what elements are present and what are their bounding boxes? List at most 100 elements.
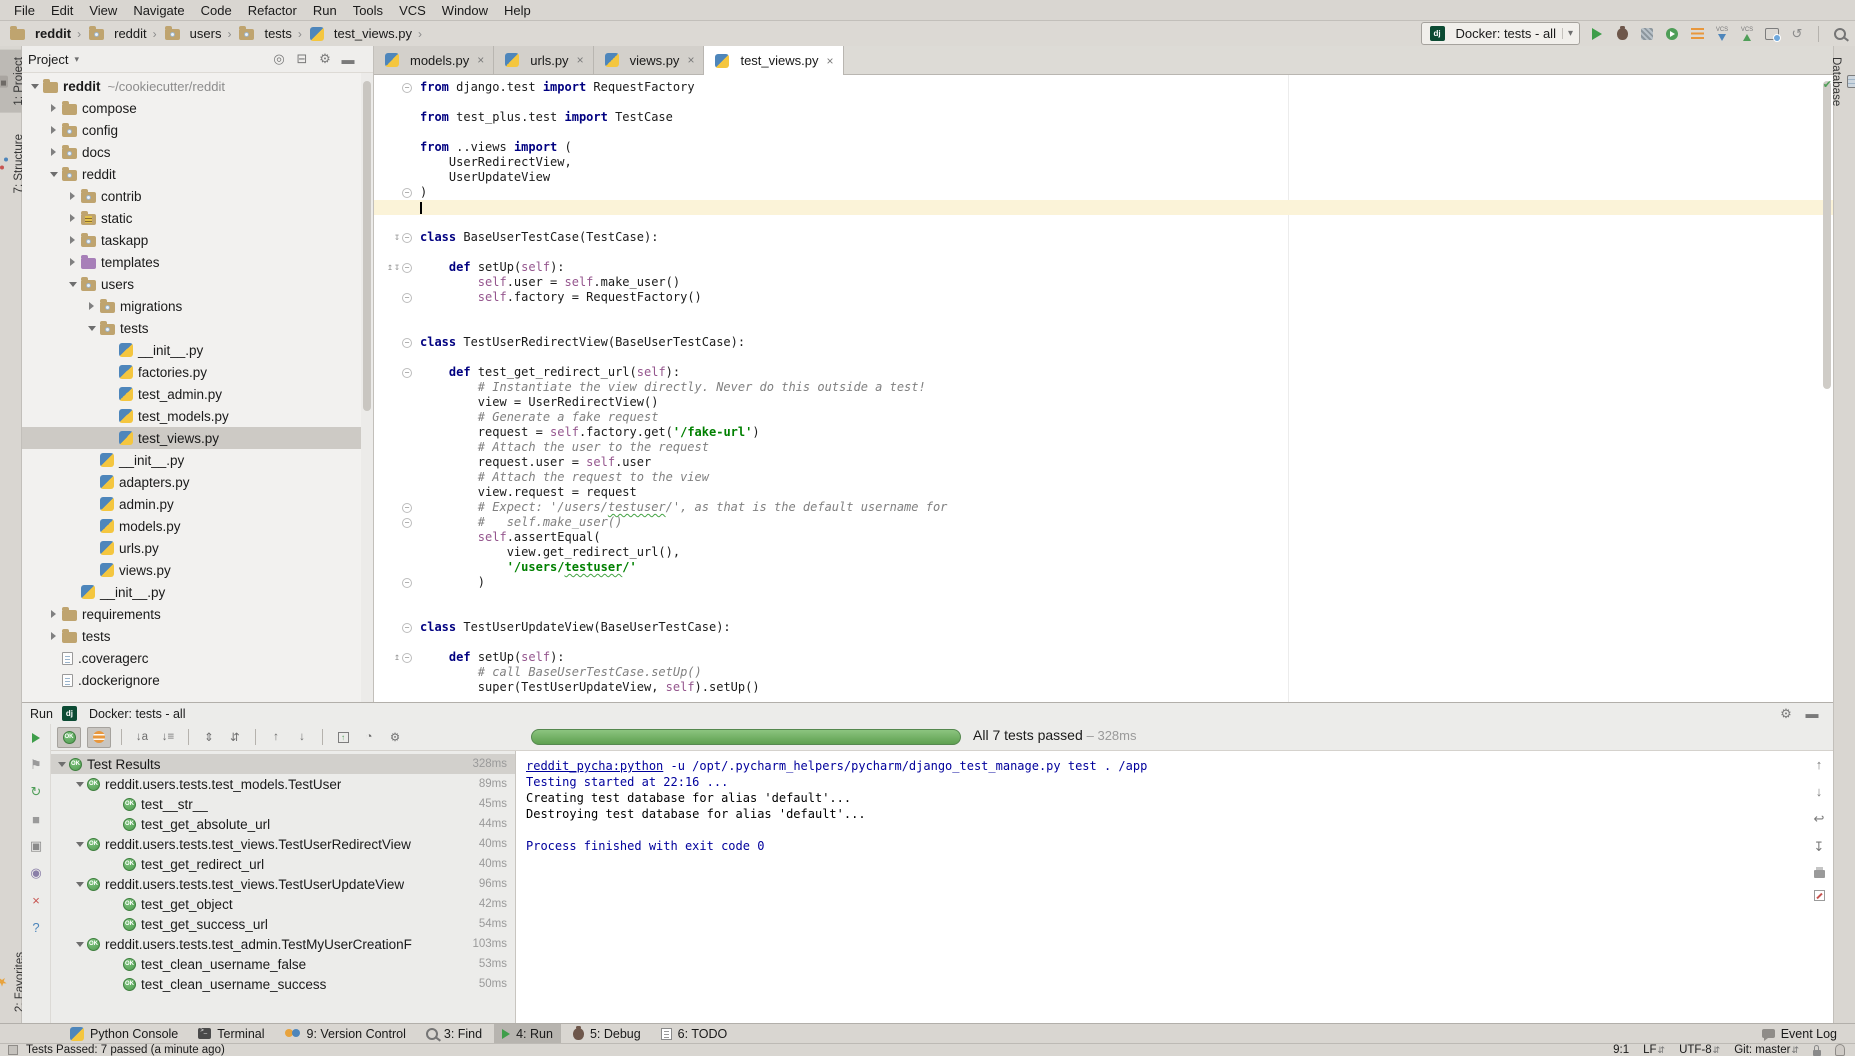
fold-marker-icon[interactable]: −: [402, 188, 412, 198]
local-history-button[interactable]: [1765, 28, 1779, 40]
project-tree-item[interactable]: contrib: [22, 185, 373, 207]
menu-file[interactable]: File: [6, 1, 43, 20]
menu-tools[interactable]: Tools: [345, 1, 391, 20]
close-tab-icon[interactable]: ×: [477, 53, 484, 67]
readonly-lock-icon[interactable]: [1813, 1050, 1821, 1056]
expanded-arrow-icon[interactable]: [55, 762, 68, 767]
next-failed-button[interactable]: ↓: [292, 728, 312, 747]
menu-window[interactable]: Window: [434, 1, 496, 20]
menu-navigate[interactable]: Navigate: [125, 1, 192, 20]
settings-button[interactable]: ⚙: [318, 51, 332, 67]
editor-tab-urls-py[interactable]: urls.py×: [494, 46, 593, 74]
tool-window-button-6-todo[interactable]: 6: TODO: [653, 1024, 736, 1044]
history-button[interactable]: ◔: [359, 728, 379, 747]
project-tree-item[interactable]: templates: [22, 251, 373, 273]
fold-marker-icon[interactable]: −: [402, 293, 412, 303]
export-button[interactable]: [333, 728, 353, 747]
project-tree-item[interactable]: compose: [22, 97, 373, 119]
project-tree-item[interactable]: docs: [22, 141, 373, 163]
project-tree-item[interactable]: requirements: [22, 603, 373, 625]
close-button[interactable]: ×: [27, 892, 45, 908]
project-tree-item[interactable]: taskapp: [22, 229, 373, 251]
project-tree-item[interactable]: admin.py: [22, 493, 373, 515]
inspections-ok-icon[interactable]: ✔: [1823, 78, 1832, 91]
test-result-row[interactable]: test_get_absolute_url44ms: [51, 814, 515, 834]
test-result-row[interactable]: reddit.users.tests.test_models.TestUser8…: [51, 774, 515, 794]
filter-ignored-toggle[interactable]: [87, 727, 111, 748]
test-result-row[interactable]: test_clean_username_success50ms: [51, 974, 515, 994]
vcs-commit-button[interactable]: [1740, 27, 1754, 41]
project-scrollbar[interactable]: [361, 73, 373, 702]
collapsed-arrow-icon[interactable]: [47, 126, 60, 134]
run-button[interactable]: [1590, 28, 1604, 40]
expanded-arrow-icon[interactable]: [28, 84, 41, 89]
scrollbar-thumb[interactable]: [1823, 81, 1831, 389]
collapse-all-button[interactable]: ⊟: [295, 51, 309, 67]
sort-by-duration-button[interactable]: ↓≡: [158, 728, 178, 747]
project-tree-item[interactable]: tests: [22, 625, 373, 647]
editor-tab-test_views-py[interactable]: test_views.py×: [704, 46, 843, 75]
expanded-arrow-icon[interactable]: [66, 282, 79, 287]
stop-button[interactable]: ■: [27, 811, 45, 827]
sort-alphabetically-button[interactable]: ↓a: [132, 728, 152, 747]
git-branch-widget[interactable]: Git: master⇵: [1734, 1044, 1799, 1056]
close-tab-icon[interactable]: ×: [687, 53, 694, 67]
rollback-button[interactable]: ↺: [1790, 26, 1804, 42]
run-configuration-select[interactable]: Docker: tests - all ▾: [1421, 22, 1580, 45]
breadcrumb-item[interactable]: test_views.py: [308, 26, 412, 41]
menu-help[interactable]: Help: [496, 1, 539, 20]
override-marker-icon[interactable]: ↥↧: [387, 260, 401, 275]
project-tree-item[interactable]: views.py: [22, 559, 373, 581]
profiler-button[interactable]: [1665, 28, 1679, 40]
project-tree-item[interactable]: __init__.py: [22, 581, 373, 603]
menu-view[interactable]: View: [81, 1, 125, 20]
console-link[interactable]: reddit_pycha:python: [526, 759, 663, 773]
project-tree-item[interactable]: reddit: [22, 163, 373, 185]
project-tree-item[interactable]: tests: [22, 317, 373, 339]
breadcrumb-item[interactable]: reddit: [87, 26, 147, 41]
tool-window-button-python-console[interactable]: Python Console: [62, 1024, 186, 1044]
test-result-row[interactable]: test_get_success_url54ms: [51, 914, 515, 934]
collapse-all-button[interactable]: ⇵: [225, 728, 245, 747]
vcs-update-button[interactable]: [1715, 27, 1729, 41]
previous-failed-button[interactable]: ↑: [266, 728, 286, 747]
collapsed-arrow-icon[interactable]: [66, 214, 79, 222]
editor-scrollbar[interactable]: [1821, 75, 1833, 702]
menu-run[interactable]: Run: [305, 1, 345, 20]
project-tree-item[interactable]: test_admin.py: [22, 383, 373, 405]
rerun-button[interactable]: [27, 730, 45, 746]
fold-marker-icon[interactable]: −: [402, 338, 412, 348]
menu-vcs[interactable]: VCS: [391, 1, 434, 20]
test-result-row[interactable]: test_clean_username_false53ms: [51, 954, 515, 974]
collapsed-arrow-icon[interactable]: [66, 236, 79, 244]
soft-wrap-button[interactable]: ↩: [1812, 811, 1826, 827]
clear-button[interactable]: [1812, 890, 1826, 901]
collapsed-arrow-icon[interactable]: [47, 610, 60, 618]
test-result-row[interactable]: reddit.users.tests.test_admin.TestMyUser…: [51, 934, 515, 954]
test-result-row[interactable]: reddit.users.tests.test_views.TestUserUp…: [51, 874, 515, 894]
tool-window-button-3-find[interactable]: 3: Find: [418, 1024, 490, 1044]
debug-button[interactable]: [1615, 28, 1629, 40]
tool-window-button-4-run[interactable]: 4: Run: [494, 1024, 561, 1044]
code-editor[interactable]: −from django.test import RequestFactoryf…: [374, 75, 1833, 702]
pin-button[interactable]: ◉: [27, 865, 45, 881]
close-tab-icon[interactable]: ×: [577, 53, 584, 67]
collapsed-arrow-icon[interactable]: [66, 192, 79, 200]
tool-window-button-terminal[interactable]: Terminal: [190, 1024, 272, 1044]
expanded-arrow-icon[interactable]: [47, 172, 60, 177]
locate-button[interactable]: ◎: [272, 51, 286, 67]
collapsed-arrow-icon[interactable]: [66, 258, 79, 266]
scroll-to-end-button[interactable]: ↧: [1812, 839, 1826, 855]
scroll-down-button[interactable]: ↓: [1812, 784, 1826, 799]
project-tree-item[interactable]: .coveragerc: [22, 647, 373, 669]
project-tree-item[interactable]: config: [22, 119, 373, 141]
tool-window-button-event-log[interactable]: Event Log: [1754, 1024, 1845, 1044]
help-button[interactable]: ?: [27, 919, 45, 935]
override-marker-icon[interactable]: ↥: [394, 650, 401, 665]
print-button[interactable]: [1812, 867, 1826, 878]
restore-layout-button[interactable]: ▣: [27, 838, 45, 854]
menu-edit[interactable]: Edit: [43, 1, 81, 20]
collapsed-arrow-icon[interactable]: [47, 632, 60, 640]
test-result-row[interactable]: Test Results328ms: [51, 754, 515, 774]
menu-refactor[interactable]: Refactor: [240, 1, 305, 20]
